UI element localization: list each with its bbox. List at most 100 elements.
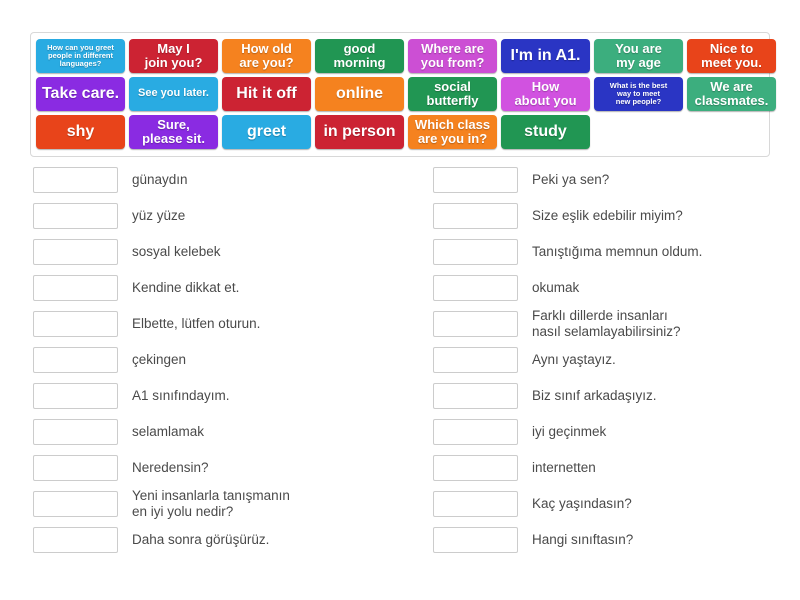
tile-hit-it-off[interactable]: Hit it off: [222, 77, 311, 111]
answer-drop-box[interactable]: [33, 311, 118, 337]
tile-label: I'm in A1.: [510, 47, 581, 65]
tile-see-you-later[interactable]: See you later.: [129, 77, 218, 111]
answer-prompt-label: Kendine dikkat et.: [132, 280, 240, 296]
tile-where-are-you-from[interactable]: Where are you from?: [408, 39, 497, 73]
answer-row: iyi geçinmek: [433, 414, 792, 450]
answer-drop-box[interactable]: [433, 527, 518, 553]
tile-how-old-are-you[interactable]: How old are you?: [222, 39, 311, 73]
match-up-activity: How can you greet people in different la…: [0, 0, 800, 600]
answer-prompt-label: Peki ya sen?: [532, 172, 610, 188]
answer-prompt-label: çekingen: [132, 352, 187, 368]
answer-drop-box[interactable]: [433, 491, 518, 517]
answer-row: Peki ya sen?: [433, 162, 792, 198]
answer-drop-box[interactable]: [433, 239, 518, 265]
tile-label: Sure, please sit.: [142, 116, 205, 146]
tile-label: Which class are you in?: [414, 116, 491, 146]
answer-row: selamlamak: [33, 414, 392, 450]
answer-prompt-label: Farklı dillerde insanları nasıl selamlay…: [532, 308, 681, 339]
tile-sure-please-sit[interactable]: Sure, please sit.: [129, 115, 218, 149]
answer-drop-box[interactable]: [33, 491, 118, 517]
tile-label: in person: [323, 123, 396, 141]
answer-column-left: günaydın yüz yüze sosyal kelebek Kendine di…: [0, 162, 400, 558]
answer-row: Yeni insanlarla tanışmanın en iyi yolu n…: [33, 486, 392, 522]
answer-prompt-label: Neredensin?: [132, 460, 209, 476]
answer-prompt-label: okumak: [532, 280, 580, 296]
answer-prompt-label: yüz yüze: [132, 208, 186, 224]
answer-row: Biz sınıf arkadaşıyız.: [433, 378, 792, 414]
tile-you-are-my-age[interactable]: You are my age: [594, 39, 683, 73]
tile-label: May I join you?: [144, 40, 203, 70]
tile-im-in-a1[interactable]: I'm in A1.: [501, 39, 590, 73]
tile-nice-to-meet-you[interactable]: Nice to meet you.: [687, 39, 776, 73]
tile-label: social butterfly: [426, 78, 479, 108]
tile-may-i-join-you[interactable]: May I join you?: [129, 39, 218, 73]
answer-drop-box[interactable]: [33, 347, 118, 373]
tile-label: How about you: [514, 78, 577, 108]
answer-prompt-label: sosyal kelebek: [132, 244, 221, 260]
answer-prompt-label: A1 sınıfındayım.: [132, 388, 230, 404]
answer-drop-box[interactable]: [433, 419, 518, 445]
tile-take-care[interactable]: Take care.: [36, 77, 125, 111]
answer-drop-box[interactable]: [33, 203, 118, 229]
tile-in-person[interactable]: in person: [315, 115, 404, 149]
answer-drop-box[interactable]: [433, 311, 518, 337]
answer-row: Aynı yaştayız.: [433, 342, 792, 378]
tile-label: How can you greet people in different la…: [47, 42, 114, 69]
answer-drop-box[interactable]: [33, 527, 118, 553]
tile-greet[interactable]: greet: [222, 115, 311, 149]
tile-label: Take care.: [41, 85, 120, 103]
answer-prompt-label: Kaç yaşındasın?: [532, 496, 632, 512]
tile-best-way-meet-people[interactable]: What is the best way to meet new people?: [594, 77, 683, 111]
answer-drop-box[interactable]: [33, 239, 118, 265]
answer-drop-box[interactable]: [33, 419, 118, 445]
tile-label: Where are you from?: [420, 40, 485, 70]
tile-label: How old are you?: [239, 40, 294, 70]
answer-row: Hangi sınıftasın?: [433, 522, 792, 558]
answer-drop-box[interactable]: [33, 455, 118, 481]
answer-drop-box[interactable]: [433, 203, 518, 229]
tile-row-1: How can you greet people in different la…: [36, 39, 776, 73]
answer-row: A1 sınıfındayım.: [33, 378, 392, 414]
answer-drop-box[interactable]: [33, 275, 118, 301]
tile-how-about-you[interactable]: How about you: [501, 77, 590, 111]
answer-row: Farklı dillerde insanları nasıl selamlay…: [433, 306, 792, 342]
answer-row: çekingen: [33, 342, 392, 378]
tile-greet-languages[interactable]: How can you greet people in different la…: [36, 39, 125, 73]
answer-drop-box[interactable]: [433, 167, 518, 193]
tile-online[interactable]: online: [315, 77, 404, 111]
answer-prompt-label: Elbette, lütfen oturun.: [132, 316, 261, 332]
answer-prompt-label: Tanıştığıma memnun oldum.: [532, 244, 703, 260]
answer-prompt-label: Size eşlik edebilir miyim?: [532, 208, 683, 224]
answer-row: Neredensin?: [33, 450, 392, 486]
answer-row: Size eşlik edebilir miyim?: [433, 198, 792, 234]
answer-row: Daha sonra görüşürüz.: [33, 522, 392, 558]
answer-drop-box[interactable]: [433, 347, 518, 373]
answer-prompt-label: Aynı yaştayız.: [532, 352, 616, 368]
answer-drop-box[interactable]: [33, 167, 118, 193]
answer-row: günaydın: [33, 162, 392, 198]
tile-label: Nice to meet you.: [701, 40, 762, 70]
tile-shy[interactable]: shy: [36, 115, 125, 149]
answer-prompt-label: iyi geçinmek: [532, 424, 607, 440]
answer-row: sosyal kelebek: [33, 234, 392, 270]
tile-row-3: shy Sure, please sit. greet in person Which …: [36, 115, 764, 149]
answer-columns: günaydın yüz yüze sosyal kelebek Kendine di…: [0, 162, 800, 558]
answer-prompt-label: selamlamak: [132, 424, 205, 440]
answer-drop-box[interactable]: [433, 455, 518, 481]
answer-drop-box[interactable]: [433, 383, 518, 409]
answer-column-right: Peki ya sen? Size eşlik edebilir miyim? Ta…: [400, 162, 800, 558]
tile-bank: How can you greet people in different la…: [30, 32, 776, 157]
tile-label: We are classmates.: [694, 78, 769, 108]
tile-label: You are my age: [615, 40, 662, 70]
tile-social-butterfly[interactable]: social butterfly: [408, 77, 497, 111]
tile-good-morning[interactable]: good morning: [315, 39, 404, 73]
tile-study[interactable]: study: [501, 115, 590, 149]
answer-drop-box[interactable]: [433, 275, 518, 301]
tile-which-class-are-you-in[interactable]: Which class are you in?: [408, 115, 497, 149]
answer-prompt-label: Biz sınıf arkadaşıyız.: [532, 388, 657, 404]
tile-label: shy: [66, 123, 95, 141]
answer-prompt-label: Hangi sınıftasın?: [532, 532, 634, 548]
answer-drop-box[interactable]: [33, 383, 118, 409]
tile-row-2: Take care. See you later. Hit it off online…: [36, 77, 776, 111]
tile-we-are-classmates[interactable]: We are classmates.: [687, 77, 776, 111]
